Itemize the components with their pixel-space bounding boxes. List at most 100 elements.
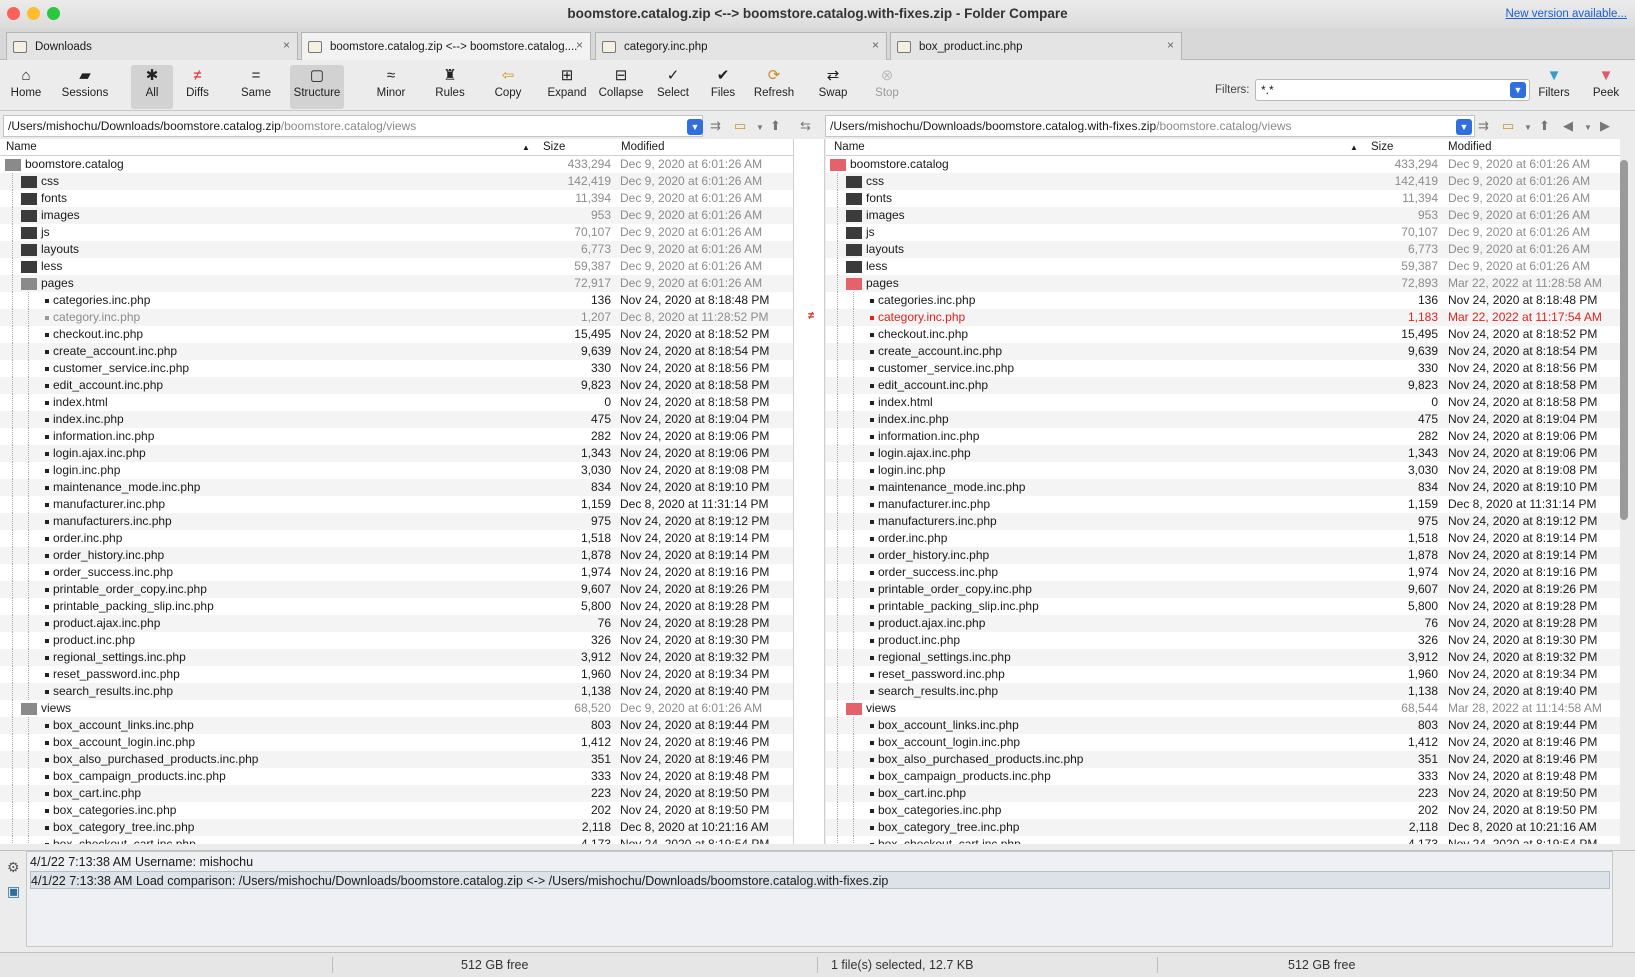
stop-button[interactable]: ⊗ Stop: [872, 65, 902, 99]
minor-filter-button[interactable]: ≈ Minor: [371, 65, 411, 99]
table-row[interactable]: information.inc.php 282 Nov 24, 2020 at 8:…: [0, 428, 793, 445]
table-row[interactable]: regional_settings.inc.php 3,912 Nov 24, 20…: [826, 649, 1620, 666]
right-browse-dropdown-icon[interactable]: ▼: [1524, 123, 1532, 132]
table-row[interactable]: box_also_purchased_products.inc.php 351 No…: [826, 751, 1620, 768]
table-row[interactable]: product.ajax.inc.php 76 Nov 24, 2020 at 8:…: [0, 615, 793, 632]
table-row[interactable]: index.html 0 Nov 24, 2020 at 8:18:58 PM: [826, 394, 1620, 411]
table-row[interactable]: box_category_tree.inc.php 2,118 Dec 8, 202…: [0, 819, 793, 836]
swap-button[interactable]: ⇄ Swap: [816, 65, 850, 99]
table-row[interactable]: login.ajax.inc.php 1,343 Nov 24, 2020 at 8…: [826, 445, 1620, 462]
table-row[interactable]: printable_packing_slip.inc.php 5,800 Nov 2…: [0, 598, 793, 615]
back-dropdown-icon[interactable]: ▼: [1584, 123, 1592, 132]
table-row[interactable]: manufacturer.inc.php 1,159 Dec 8, 2020 at …: [826, 496, 1620, 513]
table-row[interactable]: categories.inc.php 136 Nov 24, 2020 at 8:1…: [0, 292, 793, 309]
size-column-header[interactable]: Size: [543, 141, 565, 153]
new-version-link[interactable]: New version available...: [1506, 8, 1627, 20]
rules-button[interactable]: ♜ Rules: [430, 65, 470, 99]
table-row[interactable]: create_account.inc.php 9,639 Nov 24, 2020 …: [826, 343, 1620, 360]
table-row[interactable]: box_cart.inc.php 223 Nov 24, 2020 at 8:19:…: [0, 785, 793, 802]
log-output[interactable]: 4/1/22 7:13:38 AM Username: mishochu 4/1…: [26, 851, 1613, 947]
filters-dropdown-icon[interactable]: ▼: [1510, 82, 1526, 98]
all-filter-button[interactable]: ✱ All: [131, 65, 173, 109]
right-vertical-scrollbar[interactable]: [1620, 160, 1628, 520]
tab-box-product-inc[interactable]: box_product.inc.php ×: [890, 32, 1182, 60]
table-row[interactable]: box_cart.inc.php 223 Nov 24, 2020 at 8:19:…: [826, 785, 1620, 802]
table-row[interactable]: printable_packing_slip.inc.php 5,800 Nov 2…: [826, 598, 1620, 615]
table-row[interactable]: information.inc.php 282 Nov 24, 2020 at 8:…: [826, 428, 1620, 445]
back-icon[interactable]: ◀: [1563, 118, 1573, 134]
structure-filter-button[interactable]: ▢ Structure: [290, 65, 344, 109]
table-row[interactable]: box_account_links.inc.php 803 Nov 24, 2020…: [826, 717, 1620, 734]
table-row[interactable]: checkout.inc.php 15,495 Nov 24, 2020 at 8:…: [826, 326, 1620, 343]
table-row[interactable]: css 142,419 Dec 9, 2020 at 6:01:26 AM: [0, 173, 793, 190]
name-column-header[interactable]: Name: [6, 141, 37, 153]
table-row[interactable]: order_success.inc.php 1,974 Nov 24, 2020 a…: [0, 564, 793, 581]
right-up-folder-icon[interactable]: ⬆: [1539, 118, 1550, 134]
copy-button[interactable]: ⇦ Copy: [490, 65, 526, 99]
table-row[interactable]: js 70,107 Dec 9, 2020 at 6:01:26 AM: [826, 224, 1620, 241]
table-row[interactable]: order.inc.php 1,518 Nov 24, 2020 at 8:19:1…: [0, 530, 793, 547]
modified-column-header[interactable]: Modified: [621, 141, 664, 153]
left-folder-pane[interactable]: Name ▲ Size Modified boomstore.catalog 43…: [0, 139, 793, 844]
table-row[interactable]: boomstore.catalog 433,294 Dec 9, 2020 at 6…: [0, 156, 793, 173]
close-tab-icon[interactable]: ×: [576, 38, 583, 52]
left-browse-folder-icon[interactable]: ▭: [734, 118, 746, 134]
table-row[interactable]: login.inc.php 3,030 Nov 24, 2020 at 8:19:0…: [826, 462, 1620, 479]
select-button[interactable]: ✓ Select: [655, 65, 691, 99]
close-tab-icon[interactable]: ×: [283, 38, 290, 52]
right-browse-folder-icon[interactable]: ▭: [1502, 118, 1514, 134]
table-row[interactable]: box_account_login.inc.php 1,412 Nov 24, 20…: [0, 734, 793, 751]
left-up-folder-icon[interactable]: ⬆: [770, 118, 781, 134]
right-history-icon[interactable]: ⇉: [1478, 118, 1489, 134]
tab-category-inc[interactable]: category.inc.php ×: [595, 32, 887, 60]
left-path-input[interactable]: /Users/mishochu/Downloads/boomstore.cata…: [3, 115, 703, 137]
table-row[interactable]: manufacturers.inc.php 975 Nov 24, 2020 at …: [0, 513, 793, 530]
table-row[interactable]: customer_service.inc.php 330 Nov 24, 2020 …: [0, 360, 793, 377]
size-column-header[interactable]: Size: [1371, 141, 1393, 153]
table-row[interactable]: maintenance_mode.inc.php 834 Nov 24, 2020 …: [0, 479, 793, 496]
table-row[interactable]: search_results.inc.php 1,138 Nov 24, 2020 …: [0, 683, 793, 700]
table-row[interactable]: printable_order_copy.inc.php 9,607 Nov 24,…: [826, 581, 1620, 598]
table-row[interactable]: order_history.inc.php 1,878 Nov 24, 2020 a…: [0, 547, 793, 564]
table-row[interactable]: create_account.inc.php 9,639 Nov 24, 2020 …: [0, 343, 793, 360]
table-row[interactable]: maintenance_mode.inc.php 834 Nov 24, 2020 …: [826, 479, 1620, 496]
table-row[interactable]: views 68,520 Dec 9, 2020 at 6:01:26 AM: [0, 700, 793, 717]
table-row[interactable]: pages 72,893 Mar 22, 2022 at 11:28:58 AM: [826, 275, 1620, 292]
diffs-filter-button[interactable]: ≠ Diffs: [180, 65, 215, 99]
table-row[interactable]: box_account_login.inc.php 1,412 Nov 24, 20…: [826, 734, 1620, 751]
left-history-icon[interactable]: ⇉: [710, 118, 721, 134]
table-row[interactable]: pages 72,917 Dec 9, 2020 at 6:01:26 AM: [0, 275, 793, 292]
table-row[interactable]: product.inc.php 326 Nov 24, 2020 at 8:19:3…: [826, 632, 1620, 649]
tab-folder-compare[interactable]: boomstore.catalog.zip <--> boomstore.cat…: [301, 32, 591, 60]
gear-icon[interactable]: ⚙: [7, 859, 20, 876]
table-row[interactable]: box_categories.inc.php 202 Nov 24, 2020 at…: [826, 802, 1620, 819]
table-row[interactable]: product.ajax.inc.php 76 Nov 24, 2020 at 8:…: [826, 615, 1620, 632]
collapse-button[interactable]: ⊟ Collapse: [597, 65, 645, 99]
forward-icon[interactable]: ▶: [1600, 118, 1610, 134]
table-row[interactable]: box_checkout_cart.inc.php 4,173 Nov 24, 20…: [0, 836, 793, 844]
files-button[interactable]: ✔ Files: [709, 65, 737, 99]
table-row[interactable]: js 70,107 Dec 9, 2020 at 6:01:26 AM: [0, 224, 793, 241]
table-row[interactable]: less 59,387 Dec 9, 2020 at 6:01:26 AM: [0, 258, 793, 275]
peek-button[interactable]: ▼ Peek: [1590, 65, 1622, 99]
left-path-dropdown-icon[interactable]: ▼: [687, 119, 703, 135]
table-row[interactable]: order_history.inc.php 1,878 Nov 24, 2020 a…: [826, 547, 1620, 564]
right-path-dropdown-icon[interactable]: ▼: [1456, 119, 1472, 135]
right-path-input[interactable]: /Users/mishochu/Downloads/boomstore.cata…: [825, 115, 1475, 137]
table-row[interactable]: css 142,419 Dec 9, 2020 at 6:01:26 AM: [826, 173, 1620, 190]
table-row[interactable]: product.inc.php 326 Nov 24, 2020 at 8:19:3…: [0, 632, 793, 649]
filters-button[interactable]: ▼ Filters: [1536, 65, 1572, 99]
filters-input[interactable]: *.*: [1255, 79, 1530, 101]
home-button[interactable]: ⌂ Home: [8, 65, 44, 99]
same-filter-button[interactable]: = Same: [238, 65, 274, 99]
table-row[interactable]: layouts 6,773 Dec 9, 2020 at 6:01:26 AM: [826, 241, 1620, 258]
table-row[interactable]: boomstore.catalog 433,294 Dec 9, 2020 at 6…: [826, 156, 1620, 173]
table-row[interactable]: category.inc.php 1,183 Mar 22, 2022 at 11:…: [826, 309, 1620, 326]
name-column-header[interactable]: Name: [834, 141, 865, 153]
table-row[interactable]: images 953 Dec 9, 2020 at 6:01:26 AM: [826, 207, 1620, 224]
table-row[interactable]: login.inc.php 3,030 Nov 24, 2020 at 8:19:0…: [0, 462, 793, 479]
table-row[interactable]: checkout.inc.php 15,495 Nov 24, 2020 at 8:…: [0, 326, 793, 343]
save-log-icon[interactable]: ▣: [7, 883, 20, 900]
table-row[interactable]: box_category_tree.inc.php 2,118 Dec 8, 202…: [826, 819, 1620, 836]
refresh-button[interactable]: ⟳ Refresh: [752, 65, 796, 99]
